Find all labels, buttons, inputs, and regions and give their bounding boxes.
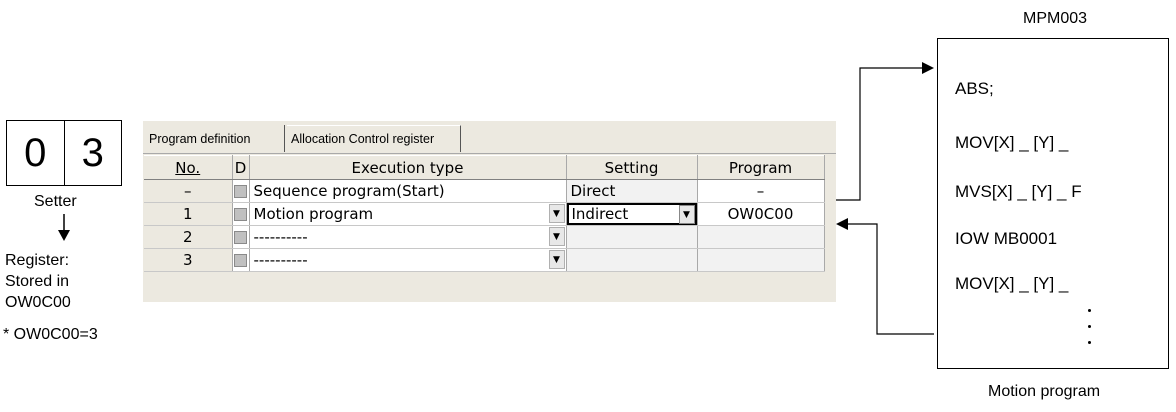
ellipsis-dot <box>1088 341 1091 344</box>
chevron-down-icon[interactable]: ▼ <box>548 227 565 246</box>
setting-select-cell[interactable]: Indirect ▼ <box>566 202 698 226</box>
down-arrow-icon <box>58 214 70 241</box>
register-footnote: * OW0C00=3 <box>3 326 98 343</box>
program-cell[interactable]: OW0C00 <box>697 202 825 226</box>
arrow-head-to-program <box>922 62 934 74</box>
setting-cell[interactable] <box>566 248 698 272</box>
tab-bar: Program definition Allocation Control re… <box>143 121 836 154</box>
program-line: ABS; <box>955 79 994 98</box>
execution-type-value: ---------- <box>253 251 308 269</box>
chevron-down-icon[interactable]: ▼ <box>548 250 565 269</box>
row-checkbox[interactable] <box>232 179 250 203</box>
program-line: MOV[X] _ [Y] _ <box>955 274 1069 293</box>
col-header-setting: Setting <box>566 155 698 180</box>
row-number: 2 <box>144 225 233 249</box>
tab-allocation-control-register[interactable]: Allocation Control register <box>287 125 461 152</box>
setting-cell[interactable] <box>566 225 698 249</box>
program-line: IOW MB0001 <box>955 229 1058 248</box>
program-line: MOV[X] _ [Y] _ <box>955 133 1069 152</box>
register-note-line-3: OW0C00 <box>5 294 71 311</box>
program-definition-window: Program definition Allocation Control re… <box>143 121 836 302</box>
table-header-row: No. D Execution type Setting Program <box>144 155 825 180</box>
execution-type-select[interactable]: Motion program ▼ <box>249 202 567 226</box>
row-checkbox[interactable] <box>232 248 250 272</box>
table-row: – Sequence program(Start) Direct – <box>144 179 825 203</box>
program-line: MVS[X] _ [Y] _ F <box>955 182 1082 201</box>
ellipsis-dot <box>1088 309 1091 312</box>
arrow-head-to-grid <box>836 218 848 230</box>
table-row: 2 ---------- ▼ <box>144 225 825 249</box>
row-number: 1 <box>144 202 233 226</box>
execution-type-value: ---------- <box>253 228 308 246</box>
execution-type-cell[interactable]: Sequence program(Start) <box>249 179 567 203</box>
motion-program-title: MPM003 <box>1023 10 1088 27</box>
chevron-down-icon[interactable]: ▼ <box>678 205 695 224</box>
setting-value: Indirect <box>571 205 629 223</box>
program-cell[interactable] <box>697 248 825 272</box>
row-checkbox[interactable] <box>232 225 250 249</box>
chevron-down-icon[interactable]: ▼ <box>548 204 565 223</box>
col-header-program: Program <box>697 155 825 180</box>
register-note-line-1: Register: <box>5 252 70 269</box>
ellipsis-dot <box>1088 325 1091 328</box>
motion-program-caption: Motion program <box>988 383 1101 400</box>
tab-program-definition[interactable]: Program definition <box>145 125 285 152</box>
setting-select[interactable]: Indirect ▼ <box>566 203 696 225</box>
program-cell[interactable] <box>697 225 825 249</box>
register-note: Register: Stored in OW0C00 <box>5 250 71 313</box>
program-cell[interactable]: – <box>697 179 825 203</box>
col-header-d: D <box>232 155 250 180</box>
setting-cell[interactable]: Direct <box>566 179 698 203</box>
execution-type-select[interactable]: ---------- ▼ <box>249 248 567 272</box>
table-row: 3 ---------- ▼ <box>144 248 825 272</box>
execution-type-select[interactable]: ---------- ▼ <box>249 225 567 249</box>
execution-type-value: Motion program <box>253 205 374 223</box>
row-number: 3 <box>144 248 233 272</box>
program-table: No. D Execution type Setting Program – S… <box>144 155 825 272</box>
row-checkbox[interactable] <box>232 202 250 226</box>
register-note-line-2: Stored in <box>5 273 70 290</box>
col-header-no: No. <box>144 155 233 180</box>
return-arrow-to-grid <box>848 223 934 335</box>
col-header-execution-type: Execution type <box>249 155 567 180</box>
table-row: 1 Motion program ▼ Indirect ▼ OW0C00 <box>144 202 825 226</box>
row-number: – <box>144 179 233 203</box>
motion-program-box: ABS; MOV[X] _ [Y] _ MVS[X] _ [Y] _ F IOW… <box>937 38 1169 369</box>
link-arrow-to-program <box>836 67 922 201</box>
